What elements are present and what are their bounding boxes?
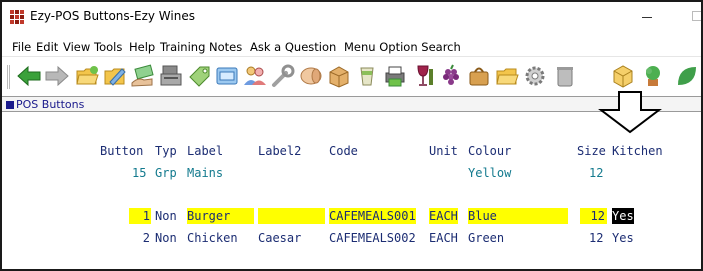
app-window: Ezy-POS Buttons-Ezy Wines File Edit View…	[0, 0, 703, 271]
subwindow-title: POS Buttons	[16, 98, 85, 111]
group-colour: Yellow	[468, 166, 512, 180]
gear-icon[interactable]	[522, 63, 548, 89]
menu-ask-a-question[interactable]: Ask a Question	[250, 40, 336, 54]
row1-kitchen[interactable]: Yes	[612, 208, 634, 224]
menu-tools[interactable]: Tools	[94, 40, 122, 54]
card-icon[interactable]	[214, 63, 240, 89]
group-button-number: 15	[132, 166, 147, 180]
box-icon[interactable]	[326, 63, 352, 89]
menu-option-search[interactable]: Menu Option Search	[344, 40, 461, 54]
row2-typ[interactable]: Non	[155, 230, 177, 246]
pos-buttons-screen: Button Typ Label Label2 Code Unit Colour…	[2, 113, 701, 269]
folder-edit-icon[interactable]	[102, 63, 128, 89]
menu-help[interactable]: Help	[129, 40, 155, 54]
header-button: Button	[100, 144, 144, 158]
row2-colour[interactable]: Green	[468, 230, 504, 246]
row2-label[interactable]: Chicken	[187, 230, 238, 246]
row1-colour[interactable]: Blue	[468, 208, 568, 224]
printer-icon[interactable]	[382, 63, 408, 89]
folder-icon[interactable]	[74, 63, 100, 89]
row2-button[interactable]: 2	[132, 230, 150, 246]
group-type: Grp	[155, 166, 177, 180]
menu-edit[interactable]: Edit	[36, 40, 58, 54]
bin-icon[interactable]	[552, 63, 578, 89]
menu-view[interactable]: View	[63, 40, 90, 54]
cube-icon[interactable]	[610, 63, 636, 89]
menu-bar: File Edit View Tools Help Training Notes…	[2, 38, 701, 56]
header-colour: Colour	[468, 144, 512, 158]
wine-glass-icon[interactable]	[410, 63, 436, 89]
header-typ: Typ	[155, 144, 177, 158]
row1-code[interactable]: CAFEMEALS001	[329, 208, 416, 224]
folder-open-icon[interactable]	[494, 63, 520, 89]
back-arrow-icon[interactable]	[16, 63, 42, 89]
row1-unit[interactable]: EACH	[429, 208, 458, 224]
header-size: Size	[577, 144, 606, 158]
maximize-button[interactable]	[692, 11, 701, 21]
title-bar: Ezy-POS Buttons-Ezy Wines	[2, 2, 701, 36]
leaf-icon[interactable]	[674, 63, 700, 89]
row1-label[interactable]: Burger	[187, 208, 254, 224]
app-grid-icon	[10, 10, 24, 24]
cash-register-icon[interactable]	[158, 63, 184, 89]
menu-training-notes[interactable]: Training Notes	[160, 40, 242, 54]
row2-unit[interactable]: EACH	[429, 230, 458, 246]
forward-arrow-icon[interactable]	[44, 63, 70, 89]
tag-icon[interactable]	[186, 63, 212, 89]
row2-size[interactable]: 12	[589, 230, 603, 246]
header-code: Code	[329, 144, 358, 158]
row2-code[interactable]: CAFEMEALS002	[329, 230, 416, 246]
wrench-icon[interactable]	[270, 63, 296, 89]
plant-icon[interactable]	[640, 63, 666, 89]
row1-button[interactable]: 1	[129, 208, 151, 224]
header-unit: Unit	[429, 144, 458, 158]
row2-kitchen[interactable]: Yes	[612, 230, 634, 246]
subwindow-icon	[6, 101, 14, 109]
group-size: 12	[589, 166, 604, 180]
bag-icon[interactable]	[466, 63, 492, 89]
menu-file[interactable]: File	[12, 40, 31, 54]
minimize-button[interactable]	[642, 12, 654, 22]
window-title: Ezy-POS Buttons-Ezy Wines	[30, 9, 195, 23]
group-label: Mains	[187, 166, 224, 180]
toolbar-grip	[7, 65, 10, 89]
grapes-icon[interactable]	[438, 63, 464, 89]
row2-label2[interactable]: Caesar	[258, 230, 301, 246]
barrel-icon[interactable]	[298, 63, 324, 89]
header-label2: Label2	[258, 144, 302, 158]
hand-money-icon[interactable]	[130, 63, 156, 89]
glass-icon[interactable]	[354, 63, 380, 89]
header-label: Label	[187, 144, 224, 158]
row1-typ[interactable]: Non	[155, 208, 177, 224]
row1-label2[interactable]	[258, 208, 325, 224]
down-arrow-icon	[598, 91, 662, 134]
users-icon[interactable]	[242, 63, 268, 89]
header-kitchen: Kitchen	[612, 144, 663, 158]
row1-size[interactable]: 12	[580, 208, 607, 224]
